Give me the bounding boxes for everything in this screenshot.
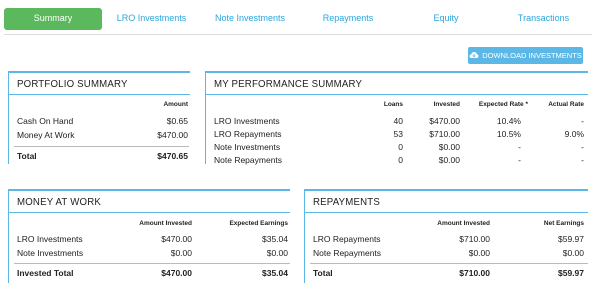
row-expected-rate: 10.4% <box>496 116 521 126</box>
row-earnings: $35.04 <box>262 234 288 244</box>
repayments-title: REPAYMENTS <box>313 196 380 208</box>
tab-note-investments[interactable]: Note Investments <box>201 8 299 30</box>
row-label: Money At Work <box>17 130 75 140</box>
total-divider <box>14 263 290 264</box>
row-loans: 53 <box>393 129 403 139</box>
total-label: Total <box>17 151 37 161</box>
tabs-divider <box>4 34 592 35</box>
nav-tabs: Summary LRO Investments Note Investments… <box>4 8 592 30</box>
row-loans: 0 <box>398 142 403 152</box>
row-invested: $710.00 <box>429 129 460 139</box>
row-actual-rate: - <box>581 116 584 126</box>
row-label: Cash On Hand <box>17 116 74 126</box>
row-invested: $0.00 <box>170 248 192 258</box>
total-earnings: $59.97 <box>558 268 584 278</box>
title-divider <box>206 94 588 95</box>
row-label: LRO Investments <box>214 116 280 126</box>
total-amount: $470.65 <box>157 151 188 161</box>
col-invested: Invested <box>433 101 460 108</box>
row-loans: 0 <box>398 155 403 165</box>
row-invested: $710.00 <box>459 234 490 244</box>
tab-summary[interactable]: Summary <box>4 8 102 30</box>
download-button-label: DOWNLOAD INVESTMENTS <box>482 51 582 60</box>
total-invested: $470.00 <box>161 268 192 278</box>
row-earnings: $0.00 <box>266 248 288 258</box>
tab-transactions[interactable]: Transactions <box>495 8 592 30</box>
row-invested: $0.00 <box>438 142 460 152</box>
cloud-download-icon <box>469 51 479 61</box>
title-divider <box>305 212 588 213</box>
tab-equity[interactable]: Equity <box>397 8 495 30</box>
performance-summary-panel: MY PERFORMANCE SUMMARY Loans Invested Ex… <box>205 71 588 165</box>
total-invested: $710.00 <box>459 268 490 278</box>
total-earnings: $35.04 <box>262 268 288 278</box>
tab-lro-investments[interactable]: LRO Investments <box>102 8 201 30</box>
portfolio-summary-title: PORTFOLIO SUMMARY <box>17 78 128 90</box>
col-net-earnings: Net Earnings <box>543 220 584 227</box>
col-amount-invested: Amount Invested <box>139 220 192 227</box>
row-amount: $470.00 <box>157 130 188 140</box>
row-label: Note Investments <box>214 142 281 152</box>
row-invested: $470.00 <box>161 234 192 244</box>
row-loans: 40 <box>393 116 403 126</box>
total-divider <box>310 263 588 264</box>
money-at-work-panel: MONEY AT WORK Amount Invested Expected E… <box>8 189 290 283</box>
col-expected-rate: Expected Rate * <box>478 101 528 108</box>
total-label: Invested Total <box>17 268 74 278</box>
performance-summary-title: MY PERFORMANCE SUMMARY <box>214 78 363 90</box>
row-actual-rate: 9.0% <box>564 129 584 139</box>
col-amount: Amount <box>163 101 188 108</box>
row-invested: $0.00 <box>468 248 490 258</box>
money-at-work-title: MONEY AT WORK <box>17 196 101 208</box>
row-label: LRO Repayments <box>214 129 282 139</box>
row-label: LRO Repayments <box>313 234 381 244</box>
row-earnings: $0.00 <box>562 248 584 258</box>
row-expected-rate: 10.5% <box>496 129 521 139</box>
row-actual-rate: - <box>581 142 584 152</box>
row-invested: $0.00 <box>438 155 460 165</box>
row-label: Note Repayments <box>313 248 382 258</box>
row-expected-rate: - <box>518 142 521 152</box>
col-actual-rate: Actual Rate <box>548 101 584 108</box>
col-loans: Loans <box>383 101 403 108</box>
title-divider <box>9 94 190 95</box>
row-expected-rate: - <box>518 155 521 165</box>
total-divider <box>14 146 189 147</box>
total-label: Total <box>313 268 333 278</box>
row-label: Note Repayments <box>214 155 283 165</box>
tab-repayments[interactable]: Repayments <box>299 8 397 30</box>
row-actual-rate: - <box>581 155 584 165</box>
row-invested: $470.00 <box>429 116 460 126</box>
title-divider <box>9 212 290 213</box>
download-investments-button[interactable]: DOWNLOAD INVESTMENTS <box>468 47 583 64</box>
portfolio-summary-panel: PORTFOLIO SUMMARY Amount Cash On Hand $0… <box>8 71 190 164</box>
row-amount: $0.65 <box>166 116 188 126</box>
col-expected-earnings: Expected Earnings <box>229 220 288 227</box>
row-label: Note Investments <box>17 248 84 258</box>
row-label: LRO Investments <box>17 234 83 244</box>
repayments-panel: REPAYMENTS Amount Invested Net Earnings … <box>304 189 588 283</box>
col-amount-invested: Amount Invested <box>437 220 490 227</box>
row-earnings: $59.97 <box>558 234 584 244</box>
